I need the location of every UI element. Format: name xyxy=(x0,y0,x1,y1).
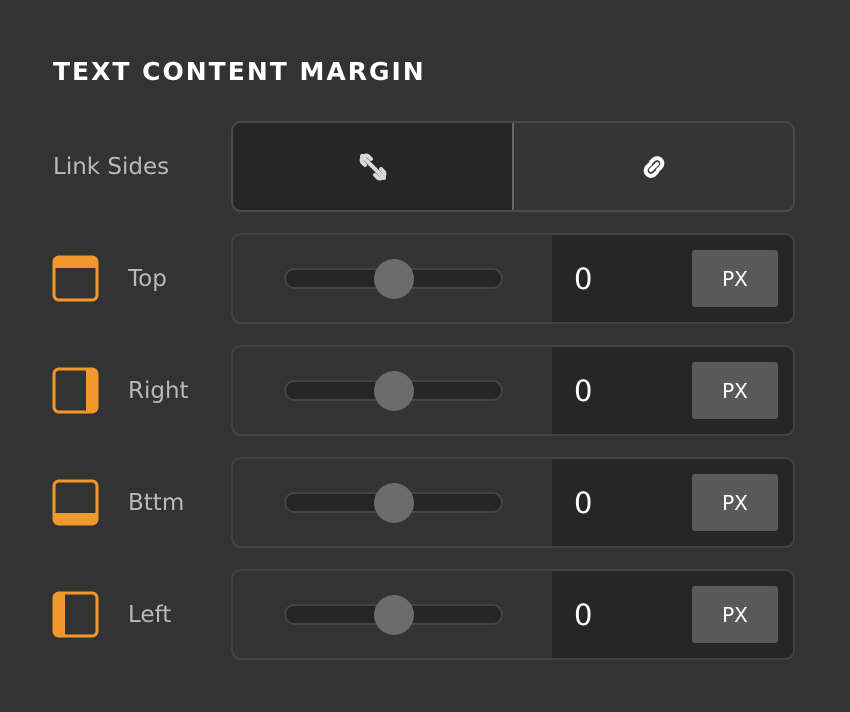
section-title: TEXT CONTENT MARGIN xyxy=(53,57,426,86)
slider-thumb[interactable] xyxy=(373,370,414,411)
link-sides-button[interactable] xyxy=(512,123,793,210)
unlink-icon xyxy=(359,153,386,180)
unit-button[interactable]: PX xyxy=(692,250,778,307)
unit-button[interactable]: PX xyxy=(692,362,778,419)
link-sides-label: Link Sides xyxy=(53,154,170,180)
margin-top-icon xyxy=(52,255,99,302)
margin-left-input[interactable] xyxy=(574,595,674,635)
margin-left-slider[interactable] xyxy=(284,594,503,635)
unlink-sides-button[interactable] xyxy=(233,123,512,210)
margin-right-control: PX xyxy=(231,345,795,436)
unit-button[interactable]: PX xyxy=(692,474,778,531)
margin-bottom-icon xyxy=(52,479,99,526)
row-label-top: Top xyxy=(128,266,167,292)
margin-right-slider[interactable] xyxy=(284,370,503,411)
row-label-right: Right xyxy=(128,378,189,404)
row-label-bottom: Bttm xyxy=(128,490,185,516)
slider-thumb[interactable] xyxy=(373,482,414,523)
margin-top-input[interactable] xyxy=(574,259,674,299)
margin-top-control: PX xyxy=(231,233,795,324)
slider-thumb[interactable] xyxy=(373,258,414,299)
slider-thumb[interactable] xyxy=(373,594,414,635)
margin-top-slider[interactable] xyxy=(284,258,503,299)
margin-bottom-control: PX xyxy=(231,457,795,548)
margin-right-icon xyxy=(52,367,99,414)
margin-settings-panel: TEXT CONTENT MARGIN Link Sides Top 0 PX … xyxy=(0,0,850,712)
margin-right-input[interactable] xyxy=(574,371,674,411)
link-icon xyxy=(643,155,664,178)
margin-left-control: PX xyxy=(231,569,795,660)
margin-left-icon xyxy=(52,591,99,638)
margin-bottom-slider[interactable] xyxy=(284,482,503,523)
link-sides-toggle xyxy=(231,121,795,212)
unit-button[interactable]: PX xyxy=(692,586,778,643)
margin-bottom-input[interactable] xyxy=(574,483,674,523)
row-label-left: Left xyxy=(128,602,172,628)
